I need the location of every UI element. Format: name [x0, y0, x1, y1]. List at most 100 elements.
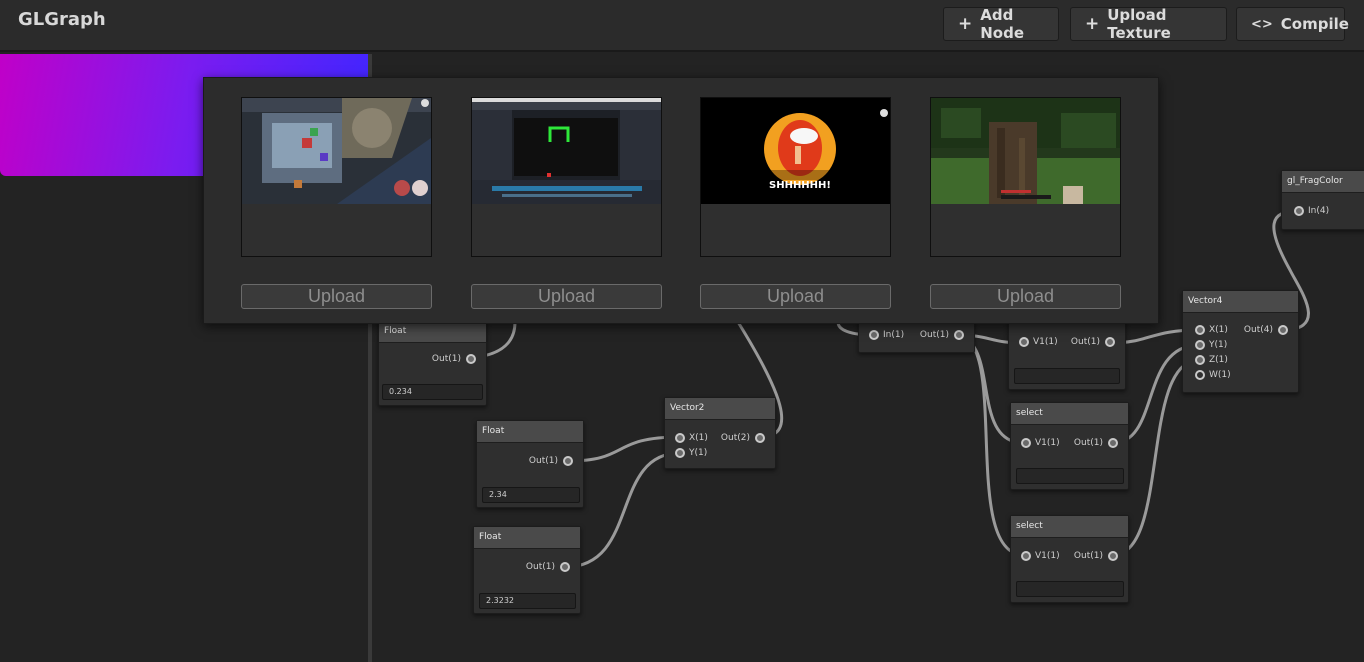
node-title: Float	[379, 321, 486, 343]
port-dot[interactable]	[954, 330, 964, 340]
float-node[interactable]: Float Out(1) 0.234	[378, 320, 487, 406]
port-label: Out(2)	[720, 433, 750, 443]
upload-button[interactable]: Upload	[241, 284, 432, 309]
select-node[interactable]: select V1(1) Out(1)	[1010, 402, 1129, 490]
port-label: X(1)	[689, 433, 708, 443]
node-title: Float	[477, 421, 583, 443]
input-port-w[interactable]: W(1)	[1195, 370, 1231, 380]
texture-thumbnail	[931, 98, 1120, 204]
port-dot[interactable]	[869, 330, 879, 340]
frag-color-node[interactable]: gl_FragColor In(4)	[1281, 170, 1364, 230]
port-label: Out(1)	[1070, 337, 1100, 347]
texture-slot-1[interactable]	[241, 97, 432, 257]
texture-thumbnail: SHHHHHH!	[701, 98, 890, 204]
select-field[interactable]	[1014, 368, 1120, 384]
port-dot[interactable]	[1195, 325, 1205, 335]
output-port[interactable]: Out(2)	[721, 433, 765, 443]
port-dot[interactable]	[1019, 337, 1029, 347]
output-port[interactable]: Out(1)	[526, 562, 570, 572]
output-port[interactable]: Out(1)	[1074, 438, 1118, 448]
texture-upload-panel: Upload Upload SHHHHHH! Upload Upload	[203, 77, 1159, 324]
port-dot[interactable]	[675, 448, 685, 458]
float-value-input[interactable]: 0.234	[382, 384, 483, 400]
upload-texture-label: Upload Texture	[1107, 6, 1171, 42]
input-port-x[interactable]: X(1)	[675, 433, 708, 443]
port-dot[interactable]	[1021, 438, 1031, 448]
port-label: Out(4)	[1243, 325, 1273, 335]
plus-icon: +	[1085, 14, 1100, 34]
port-dot[interactable]	[1105, 337, 1115, 347]
port-label: V1(1)	[1035, 438, 1060, 448]
port-dot[interactable]	[1294, 206, 1304, 216]
float-node[interactable]: Float Out(1) 2.3232	[473, 526, 581, 614]
upload-button[interactable]: Upload	[930, 284, 1121, 309]
port-dot[interactable]	[563, 456, 573, 466]
texture-thumbnail	[242, 98, 431, 204]
port-label: In(4)	[1308, 206, 1330, 216]
texture-slot-2[interactable]	[471, 97, 662, 257]
texture-slot-3[interactable]: SHHHHHH!	[700, 97, 891, 257]
port-label: W(1)	[1209, 370, 1231, 380]
float-value-input[interactable]: 2.3232	[479, 593, 576, 609]
app-root: GLGraph + Add Node + Upload Texture <> C…	[0, 0, 1364, 662]
add-node-label: Add Node	[980, 6, 1025, 42]
input-port[interactable]: V1(1)	[1019, 337, 1058, 347]
port-label: Out(1)	[1073, 551, 1103, 561]
node-title: select	[1011, 403, 1128, 425]
float-node[interactable]: Float Out(1) 2.34	[476, 420, 584, 508]
output-port[interactable]: Out(4)	[1244, 325, 1288, 335]
port-dot[interactable]	[1108, 438, 1118, 448]
port-dot[interactable]	[1195, 370, 1205, 380]
output-port[interactable]: Out(1)	[1071, 337, 1115, 347]
input-port-z[interactable]: Z(1)	[1195, 355, 1228, 365]
upload-button[interactable]: Upload	[471, 284, 662, 309]
port-dot[interactable]	[1108, 551, 1118, 561]
port-label: Out(1)	[919, 330, 949, 340]
plus-icon: +	[958, 14, 973, 34]
output-port[interactable]: Out(1)	[920, 330, 964, 340]
vector4-node[interactable]: Vector4 X(1) Y(1) Z(1) W(1) Out(4)	[1182, 290, 1299, 393]
node-title: Vector4	[1183, 291, 1298, 313]
port-label: Y(1)	[689, 448, 708, 458]
input-port-y[interactable]: Y(1)	[675, 448, 707, 458]
port-label: V1(1)	[1033, 337, 1058, 347]
output-port[interactable]: Out(1)	[1074, 551, 1118, 561]
select-node[interactable]: select V1(1) Out(1)	[1010, 515, 1129, 603]
add-node-button[interactable]: + Add Node	[943, 6, 1059, 42]
port-label: V1(1)	[1035, 551, 1060, 561]
port-label: Y(1)	[1209, 340, 1228, 350]
upload-texture-button[interactable]: + Upload Texture	[1070, 6, 1227, 42]
float-value-input[interactable]: 2.34	[482, 487, 580, 503]
select-field[interactable]	[1016, 468, 1124, 484]
code-icon: <>	[1251, 16, 1273, 32]
node-title: Float	[474, 527, 580, 549]
input-port[interactable]: V1(1)	[1021, 438, 1060, 448]
top-bar: GLGraph + Add Node + Upload Texture <> C…	[0, 0, 1364, 52]
port-dot[interactable]	[1195, 355, 1205, 365]
port-dot[interactable]	[755, 433, 765, 443]
vector2-node[interactable]: Vector2 X(1) Y(1) Out(2)	[664, 397, 776, 469]
upload-button[interactable]: Upload	[700, 284, 891, 309]
input-port[interactable]: In(1)	[869, 330, 904, 340]
port-dot[interactable]	[1278, 325, 1288, 335]
select-node[interactable]: V1(1) Out(1)	[1008, 320, 1126, 390]
input-port[interactable]: V1(1)	[1021, 551, 1060, 561]
port-dot[interactable]	[560, 562, 570, 572]
select-field[interactable]	[1016, 581, 1124, 597]
compile-button[interactable]: <> Compile	[1236, 7, 1349, 41]
output-port[interactable]: Out(1)	[432, 354, 476, 364]
input-port[interactable]: In(4)	[1294, 206, 1329, 216]
port-label: Out(1)	[431, 354, 461, 364]
texture-slot-4[interactable]	[930, 97, 1121, 257]
input-port-x[interactable]: X(1)	[1195, 325, 1228, 335]
port-dot[interactable]	[1195, 340, 1205, 350]
app-title: GLGraph	[18, 9, 106, 30]
output-port[interactable]: Out(1)	[529, 456, 573, 466]
port-dot[interactable]	[675, 433, 685, 443]
port-label: Out(1)	[528, 456, 558, 466]
port-label: X(1)	[1209, 325, 1228, 335]
port-dot[interactable]	[1021, 551, 1031, 561]
swizzle-node[interactable]: In(1) Out(1)	[858, 320, 975, 353]
input-port-y[interactable]: Y(1)	[1195, 340, 1227, 350]
port-dot[interactable]	[466, 354, 476, 364]
